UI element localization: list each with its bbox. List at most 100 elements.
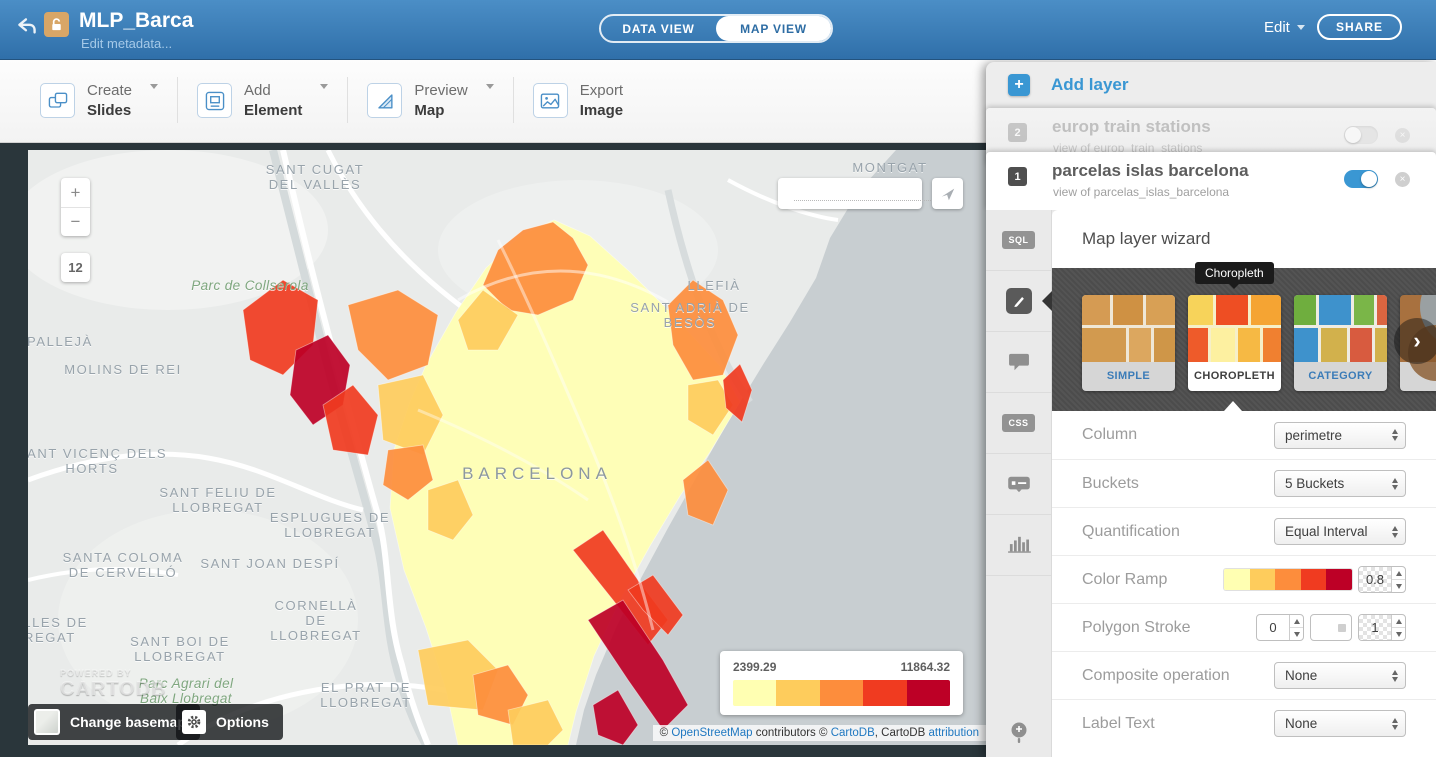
edit-dropdown-label: Edit xyxy=(1264,19,1290,36)
stroke-opacity-stepper[interactable]: 1 xyxy=(1358,614,1406,641)
map-attribution: © OpenStreetMap contributors © CartoDB, … xyxy=(652,725,986,741)
fill-opacity-stepper[interactable]: 0.8 xyxy=(1358,566,1406,593)
chevron-down-icon[interactable] xyxy=(150,84,159,107)
tab-legends[interactable] xyxy=(986,454,1051,515)
chevron-down-icon[interactable] xyxy=(320,84,329,107)
composite-operation-label: Composite operation xyxy=(1082,666,1230,684)
map-label: EL PRAT DE LLOBREGAT xyxy=(320,680,412,710)
search-input[interactable] xyxy=(794,186,949,201)
stepper-up-icon[interactable] xyxy=(1392,567,1405,580)
map-label: LLEFIÀ xyxy=(687,278,741,293)
paper-plane-icon xyxy=(941,188,954,200)
change-basemap-button[interactable]: Change basemap xyxy=(28,704,200,740)
options-label: Options xyxy=(216,714,269,730)
stepper-down-icon[interactable] xyxy=(1392,580,1405,592)
gear-icon xyxy=(182,710,206,734)
polygon-stroke-label: Polygon Stroke xyxy=(1082,618,1191,636)
preview-map-button[interactable]: Preview Map xyxy=(367,79,494,121)
attribution-link[interactable]: attribution xyxy=(928,727,979,739)
buckets-select[interactable]: 5 Buckets xyxy=(1274,470,1406,497)
preview-icon xyxy=(367,83,403,118)
edit-metadata-link[interactable]: Edit metadata... xyxy=(81,36,172,51)
column-label: Column xyxy=(1082,426,1138,443)
chevron-down-icon[interactable] xyxy=(485,84,494,107)
color-ramp-label: Color Ramp xyxy=(1082,570,1168,588)
map-label: SANT VICENÇ DELS HORTS xyxy=(28,446,168,476)
privacy-lock-icon[interactable] xyxy=(44,12,69,37)
buckets-label: Buckets xyxy=(1082,474,1139,492)
layer-name[interactable]: europ train stations xyxy=(1052,117,1211,137)
tab-css[interactable]: CSS xyxy=(986,393,1051,454)
legend-color-ramp xyxy=(733,680,950,706)
chevron-down-icon xyxy=(1296,25,1305,30)
locate-button[interactable] xyxy=(932,178,963,209)
label-text-select[interactable]: None xyxy=(1274,710,1406,737)
add-layer-button[interactable]: + Add layer xyxy=(986,62,1436,108)
image-icon xyxy=(532,83,568,118)
wizard-title: Map layer wizard xyxy=(1082,229,1211,248)
composite-operation-select[interactable]: None xyxy=(1274,662,1406,689)
map-label: SANT CUGAT DEL VALLÈS xyxy=(265,162,365,192)
map-label: PALLEJÀ xyxy=(28,334,93,349)
active-tab-pointer xyxy=(1042,291,1052,311)
stepper-down-icon[interactable] xyxy=(1392,628,1405,640)
tab-sql[interactable]: SQL xyxy=(986,210,1051,271)
tab-filters[interactable] xyxy=(986,515,1051,576)
column-select[interactable]: perimetre xyxy=(1274,421,1406,449)
tab-map-view[interactable]: MAP VIEW xyxy=(716,16,831,41)
zoom-in-button[interactable]: + xyxy=(61,178,90,207)
options-button[interactable]: Options xyxy=(176,704,283,740)
stroke-width-stepper[interactable]: 0 xyxy=(1256,614,1304,641)
app-header: MLP_Barca Edit metadata... DATA VIEW MAP… xyxy=(0,0,1436,60)
export-image-button[interactable]: Export Image xyxy=(532,79,623,121)
share-button[interactable]: SHARE xyxy=(1317,14,1402,40)
remove-layer-icon[interactable]: × xyxy=(1395,128,1410,143)
change-basemap-label: Change basemap xyxy=(70,714,186,730)
map-search-box xyxy=(778,178,949,209)
legend-max-value: 11864.32 xyxy=(900,660,950,674)
wizard-carousel: Choropleth SIMPLE CHOROPLETH CATEGORY › xyxy=(1042,262,1436,411)
layer-card-parcelas-islas-barcelona[interactable]: 1 parcelas islas barcelona view of parce… xyxy=(986,152,1436,210)
sql-icon: SQL xyxy=(1002,231,1035,249)
stepper-down-icon[interactable] xyxy=(1290,628,1303,640)
preview-map-line2: Map xyxy=(414,102,445,119)
zoom-control: + − xyxy=(61,178,90,236)
tab-data-view[interactable]: DATA VIEW xyxy=(601,16,716,41)
add-feature-button[interactable] xyxy=(986,721,1052,745)
stepper-up-icon[interactable] xyxy=(1392,615,1405,628)
wizard-card-choropleth[interactable]: CHOROPLETH xyxy=(1188,295,1281,391)
form-row-buckets: Buckets 5 Buckets xyxy=(1052,459,1436,507)
create-slides-button[interactable]: Create Slides xyxy=(40,79,159,121)
stroke-color-picker[interactable] xyxy=(1310,614,1352,641)
remove-layer-icon[interactable]: × xyxy=(1395,172,1410,187)
zoom-out-button[interactable]: − xyxy=(61,207,90,236)
layer-name[interactable]: parcelas islas barcelona xyxy=(1052,161,1249,181)
wizard-card-category[interactable]: CATEGORY xyxy=(1294,295,1387,391)
quantification-label: Quantification xyxy=(1082,522,1180,540)
marker-icon xyxy=(1011,722,1027,743)
form-row-quantification: Quantification Equal Interval xyxy=(1052,507,1436,555)
plus-icon: + xyxy=(1008,74,1030,96)
layer-number-badge: 2 xyxy=(1008,123,1027,142)
legend-icon xyxy=(1007,476,1030,493)
layer-number-badge: 1 xyxy=(1008,167,1027,186)
preview-map-line1: Preview xyxy=(414,82,468,99)
color-ramp-picker[interactable] xyxy=(1224,569,1352,590)
map-canvas[interactable]: SANT CUGAT DEL VALLÈS MONTGAT Parc de Col… xyxy=(28,150,986,745)
edit-dropdown[interactable]: Edit xyxy=(1264,19,1305,36)
carousel-next-button[interactable]: › xyxy=(1394,318,1436,364)
stepper-up-icon[interactable] xyxy=(1290,615,1303,628)
osm-link[interactable]: OpenStreetMap xyxy=(671,727,752,739)
toolbar-separator xyxy=(177,77,179,123)
add-element-button[interactable]: Add Element xyxy=(197,79,329,121)
layer-visibility-toggle[interactable] xyxy=(1344,170,1378,188)
quantification-select[interactable]: Equal Interval xyxy=(1274,518,1406,545)
form-row-color-ramp: Color Ramp 0.8 xyxy=(1052,555,1436,603)
tab-infowindow[interactable] xyxy=(986,332,1051,393)
cartodb-link[interactable]: CartoDB xyxy=(831,727,875,739)
wizard-card-simple[interactable]: SIMPLE xyxy=(1082,295,1175,391)
map-label: SANT FELIU DE LLOBREGAT xyxy=(159,485,277,515)
toolbar-separator xyxy=(512,77,514,123)
back-button[interactable] xyxy=(14,14,40,40)
layer-visibility-toggle[interactable] xyxy=(1344,126,1378,144)
